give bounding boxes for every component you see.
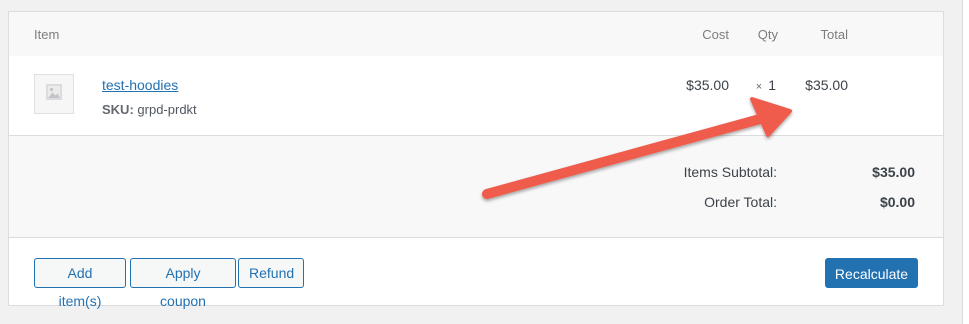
column-header-total: Total <box>820 27 848 42</box>
order-totals: Items Subtotal: $35.00 Order Total: $0.0… <box>9 136 943 238</box>
image-placeholder-icon <box>45 83 63 106</box>
item-total: $35.00 <box>805 77 848 93</box>
order-items-panel: Item Cost Qty Total test-hoodies SKU: gr… <box>8 11 944 309</box>
item-cost: $35.00 <box>686 77 729 93</box>
product-name-link[interactable]: test-hoodies <box>102 77 178 93</box>
item-quantity: × 1 <box>756 77 776 95</box>
sku-value: grpd-prdkt <box>137 102 197 117</box>
product-thumbnail <box>34 74 74 114</box>
refund-button[interactable]: Refund <box>238 258 304 288</box>
column-header-qty: Qty <box>757 27 778 42</box>
adjacent-panel-edge <box>962 0 969 324</box>
times-sign: × <box>755 81 763 93</box>
order-total-label: Order Total: <box>704 194 777 210</box>
column-header-cost: Cost <box>702 27 729 42</box>
quantity-value: 1 <box>768 77 776 93</box>
items-subtotal-label: Items Subtotal: <box>683 164 777 180</box>
table-row: test-hoodies SKU: grpd-prdkt $35.00 × 1 $… <box>9 56 943 136</box>
product-sku: SKU: grpd-prdkt <box>102 102 197 118</box>
table-header: Item Cost Qty Total <box>9 12 943 56</box>
order-actions: Add item(s) Apply coupon Refund Recalcul… <box>9 238 943 309</box>
column-header-item: Item <box>34 27 60 42</box>
add-items-button[interactable]: Add item(s) <box>34 258 126 309</box>
items-subtotal-value: $35.00 <box>872 164 915 180</box>
sku-label: SKU: <box>102 102 134 117</box>
order-total-value: $0.00 <box>879 194 915 210</box>
apply-coupon-button[interactable]: Apply coupon <box>130 258 236 309</box>
recalculate-button[interactable]: Recalculate <box>825 258 918 288</box>
